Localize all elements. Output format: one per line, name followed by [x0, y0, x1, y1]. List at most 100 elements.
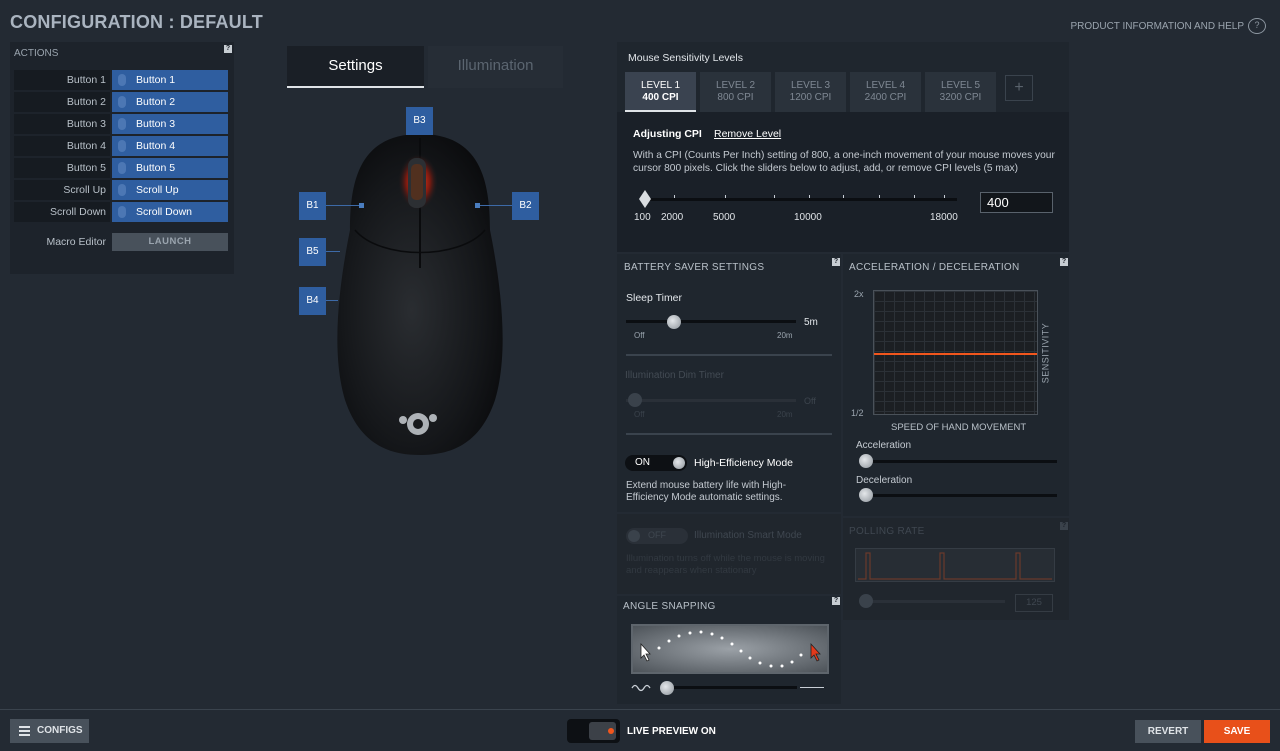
battery-title: BATTERY SAVER SETTINGS — [624, 262, 765, 273]
help-cloud-icon[interactable]: ? — [1248, 18, 1266, 34]
cpi-level-5-tab[interactable]: LEVEL 5 3200 CPI — [925, 72, 996, 112]
tick — [843, 195, 844, 198]
polling-rate-panel: POLLING RATE ? 125 — [843, 518, 1069, 620]
action-row: Button 2 Button 2 — [14, 92, 228, 112]
straight-line-icon — [800, 687, 824, 688]
button-tag-b4[interactable]: B4 — [299, 287, 326, 315]
angle-snapping-panel: ANGLE SNAPPING ? — [617, 596, 841, 704]
leader-line — [326, 300, 338, 301]
acceleration-label: Acceleration — [856, 440, 912, 451]
leader-dot — [359, 203, 364, 208]
polling-rate-title: POLLING RATE — [849, 526, 925, 537]
cpi-scale-label: 2000 — [661, 212, 684, 223]
dim-max-label: 20m — [777, 410, 793, 419]
actions-title: ACTIONS — [14, 48, 59, 59]
illumination-dim-value: Off — [804, 396, 816, 406]
sleep-timer-knob[interactable] — [667, 315, 681, 329]
sensitivity-curve — [874, 353, 1037, 355]
action-label: Scroll Down — [14, 202, 110, 222]
acceleration-panel: ACCELERATION / DECELERATION ? 2x 1/2 SEN… — [843, 254, 1069, 516]
illumination-smart-panel: OFF Illumination Smart Mode Illumination… — [617, 514, 841, 594]
tick — [809, 195, 810, 198]
action-binding-scroll-down[interactable]: Scroll Down — [112, 202, 228, 222]
live-preview-toggle[interactable] — [567, 719, 620, 743]
polling-waveform — [858, 552, 1052, 580]
mouse-icon — [118, 118, 126, 130]
cpi-level-1-tab[interactable]: LEVEL 1 400 CPI — [625, 72, 696, 112]
tab-illumination[interactable]: Illumination — [428, 46, 563, 88]
sleep-min-label: Off — [634, 331, 645, 340]
launch-macro-button[interactable]: LAUNCH — [112, 233, 228, 251]
x-axis-label: SPEED OF HAND MOVEMENT — [891, 422, 1027, 433]
polling-rate-graph — [855, 548, 1055, 582]
action-row: Scroll Down Scroll Down — [14, 202, 228, 222]
button-tag-b5[interactable]: B5 — [299, 238, 326, 266]
angle-snapping-title: ANGLE SNAPPING — [623, 601, 716, 612]
battery-help-icon[interactable]: ? — [832, 258, 840, 266]
sleep-max-label: 20m — [777, 331, 793, 340]
action-label: Button 3 — [14, 114, 110, 134]
action-row: Scroll Up Scroll Up — [14, 180, 228, 200]
actions-panel: ACTIONS ? Button 1 Button 1 Button 2 But… — [10, 42, 234, 274]
y-axis-top-label: 2x — [854, 289, 864, 299]
sleep-timer-slider[interactable] — [626, 320, 796, 323]
add-cpi-level-button[interactable]: + — [1005, 75, 1033, 101]
configs-button[interactable]: CONFIGS — [10, 719, 89, 743]
acceleration-knob[interactable] — [859, 454, 873, 468]
cpi-slider-track[interactable] — [645, 198, 957, 201]
action-label: Button 5 — [14, 158, 110, 178]
action-binding-button-5[interactable]: Button 5 — [112, 158, 228, 178]
angle-snapping-preview — [631, 624, 829, 674]
button-tag-b3[interactable]: B3 — [406, 107, 433, 135]
acceleration-graph[interactable] — [873, 290, 1038, 415]
deceleration-slider[interactable] — [861, 494, 1057, 497]
angle-snapping-slider[interactable] — [661, 686, 797, 689]
action-label: Button 1 — [14, 70, 110, 90]
action-binding-scroll-up[interactable]: Scroll Up — [112, 180, 228, 200]
angle-snapping-knob[interactable] — [660, 681, 674, 695]
cpi-value-input[interactable]: 400 — [980, 192, 1053, 213]
toggle-knob — [589, 722, 616, 740]
toggle-state: OFF — [648, 530, 666, 540]
button-tag-b2[interactable]: B2 — [512, 192, 539, 220]
cpi-panel: Mouse Sensitivity Levels LEVEL 1 400 CPI … — [617, 42, 1069, 252]
smart-mode-toggle: OFF — [626, 528, 688, 544]
action-row: Button 4 Button 4 — [14, 136, 228, 156]
mouse-icon — [118, 140, 126, 152]
action-binding-button-1[interactable]: Button 1 — [112, 70, 228, 90]
action-row: Button 3 Button 3 — [14, 114, 228, 134]
illumination-dim-label: Illumination Dim Timer — [625, 370, 724, 381]
product-help-link[interactable]: PRODUCT INFORMATION AND HELP — [1070, 21, 1244, 32]
acceleration-slider[interactable] — [861, 460, 1057, 463]
cpi-title: Mouse Sensitivity Levels — [628, 52, 743, 64]
tab-settings[interactable]: Settings — [287, 46, 424, 88]
battery-saver-panel: BATTERY SAVER SETTINGS ? Sleep Timer 5m … — [617, 254, 841, 512]
remove-level-link[interactable]: Remove Level — [714, 128, 781, 140]
tick — [774, 195, 775, 198]
action-label: Scroll Up — [14, 180, 110, 200]
angle-help-icon[interactable]: ? — [832, 597, 840, 605]
save-button[interactable]: SAVE — [1204, 720, 1270, 743]
y-axis-label: SENSITIVITY — [1040, 322, 1051, 384]
revert-button[interactable]: REVERT — [1135, 720, 1201, 743]
y-axis-bottom-label: 1/2 — [851, 408, 864, 418]
mouse-icon — [118, 184, 126, 196]
acceleration-help-icon[interactable]: ? — [1060, 258, 1068, 266]
action-binding-button-3[interactable]: Button 3 — [112, 114, 228, 134]
tick — [725, 195, 726, 198]
cpi-scale-label: 10000 — [794, 212, 822, 223]
polling-help-icon: ? — [1060, 522, 1068, 530]
button-tag-b1[interactable]: B1 — [299, 192, 326, 220]
action-binding-button-2[interactable]: Button 2 — [112, 92, 228, 112]
deceleration-knob[interactable] — [859, 488, 873, 502]
cpi-level-3-tab[interactable]: LEVEL 3 1200 CPI — [775, 72, 846, 112]
actions-help-icon[interactable]: ? — [224, 45, 232, 53]
cpi-slider-thumb[interactable] — [639, 190, 651, 208]
action-binding-button-4[interactable]: Button 4 — [112, 136, 228, 156]
toggle-state: ON — [635, 457, 650, 468]
cpi-level-2-tab[interactable]: LEVEL 2 800 CPI — [700, 72, 771, 112]
high-efficiency-toggle[interactable]: ON — [625, 455, 687, 471]
deceleration-label: Deceleration — [856, 475, 913, 486]
toggle-knob — [673, 457, 685, 469]
cpi-level-4-tab[interactable]: LEVEL 4 2400 CPI — [850, 72, 921, 112]
